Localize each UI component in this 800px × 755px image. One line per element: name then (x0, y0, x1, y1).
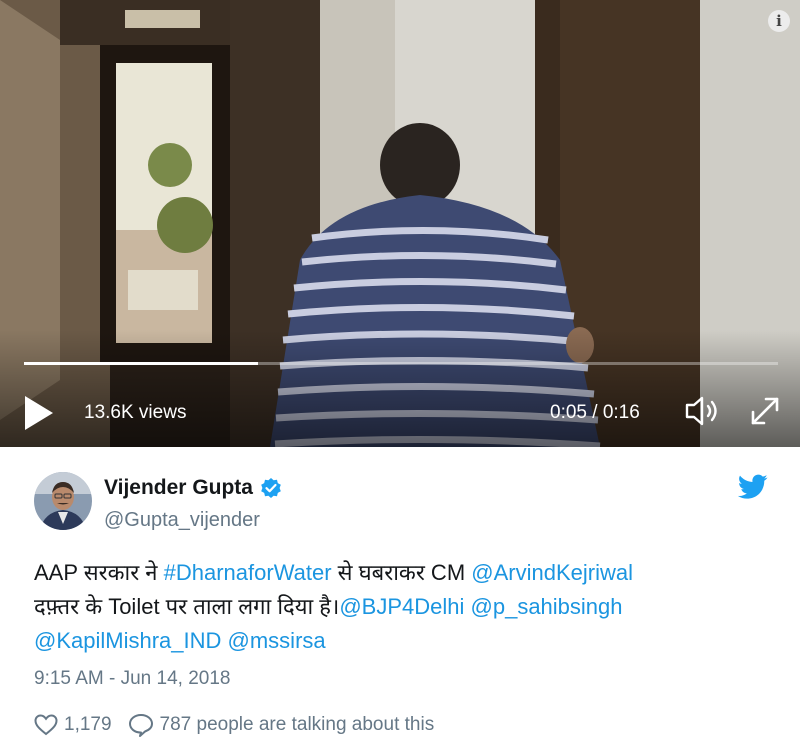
expand-icon[interactable] (748, 394, 782, 428)
play-icon[interactable] (25, 396, 53, 430)
tweet-text: AAP सरकार ने #DharnaforWater से घबराकर C… (34, 556, 784, 658)
talking-count: 787 people are talking about this (159, 714, 435, 735)
view-count: 13.6K views (84, 402, 187, 423)
mention-link[interactable]: @ArvindKejriwal (471, 560, 633, 585)
mention-link[interactable]: @KapilMishra_IND (34, 628, 221, 653)
playback-time: 0:05 / 0:16 (550, 402, 640, 423)
volume-icon[interactable] (684, 394, 724, 428)
avatar[interactable] (34, 472, 92, 530)
info-icon[interactable]: i (768, 10, 790, 32)
tweet-actions: 1,179 787 people are talking about this (34, 710, 434, 740)
progress-bar[interactable] (24, 362, 778, 365)
author-handle[interactable]: @Gupta_vijender (104, 509, 260, 532)
like-button[interactable]: 1,179 (34, 714, 112, 736)
author-name-row[interactable]: Vijender Gupta (104, 476, 282, 500)
video-player[interactable]: i 13.6K views 0:05 / 0:16 (0, 0, 800, 447)
author-name[interactable]: Vijender Gupta (104, 476, 253, 500)
tweet-text-part: AAP सरकार ने (34, 560, 164, 585)
hashtag-link[interactable]: #DharnaforWater (164, 560, 332, 585)
progress-bar-fill (24, 362, 258, 365)
video-controls: 13.6K views 0:05 / 0:16 (0, 380, 800, 440)
conversation-button[interactable]: 787 people are talking about this (128, 713, 435, 737)
mention-link[interactable]: @p_sahibsingh (471, 594, 623, 619)
speech-bubble-icon (128, 714, 153, 737)
twitter-bird-icon[interactable] (738, 474, 768, 500)
tweet-text-part: से घबराकर CM (331, 560, 472, 585)
tweet-timestamp[interactable]: 9:15 AM - Jun 14, 2018 (34, 668, 230, 690)
heart-icon (34, 714, 58, 736)
tweet-card: Vijender Gupta @Gupta_vijender AAP सरकार… (0, 447, 800, 755)
verified-badge-icon (261, 478, 281, 498)
mention-link[interactable]: @BJP4Delhi (339, 594, 464, 619)
tweet-text-part: दफ़्तर के Toilet पर ताला लगा दिया है। (34, 594, 340, 619)
mention-link[interactable]: @mssirsa (228, 628, 326, 653)
like-count: 1,179 (64, 714, 112, 735)
